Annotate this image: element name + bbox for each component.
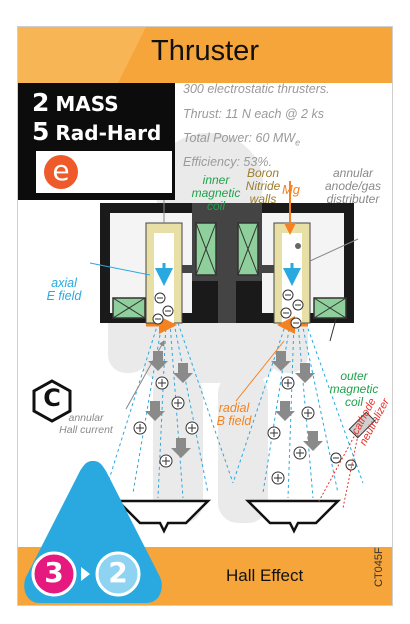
label-axial-e-field: axial E field xyxy=(46,276,82,303)
thruster-housing xyxy=(100,203,354,324)
radhard-label: Rad-Hard xyxy=(55,121,162,145)
electric-type-icon: e xyxy=(44,155,78,189)
footer-label: Hall Effect xyxy=(226,566,304,585)
hexagon-c-label: C xyxy=(43,384,61,412)
mass-value: 2 xyxy=(32,88,50,117)
spec-line-3-sub: e xyxy=(295,137,301,148)
card-id: CT045F xyxy=(373,547,385,587)
spec-line-1: 300 electrostatic thrusters. xyxy=(183,82,330,96)
spec-line-3: Total Power: 60 MWe xyxy=(183,131,300,148)
thruster-card: Thruster 2 MASS 5 Rad-Hard e 300 electro… xyxy=(17,26,393,606)
upgrade-from-value: 3 xyxy=(44,556,64,589)
label-mg: Mg xyxy=(281,182,301,197)
spec-line-3-main: Total Power: 60 MW xyxy=(183,131,296,145)
spec-line-2: Thrust: 11 N each @ 2 ks xyxy=(183,107,324,121)
label-radial-b-field: radial B field xyxy=(216,401,252,428)
mass-label: MASS xyxy=(55,92,119,116)
mass-stat: 2 MASS xyxy=(32,88,119,117)
upgrade-to-value: 2 xyxy=(108,556,128,589)
label-anode-gas-distributer: annular anode/gas distributer xyxy=(324,166,382,206)
card-title: Thruster xyxy=(151,35,259,67)
radhard-stat: 5 Rad-Hard xyxy=(32,117,161,146)
radhard-value: 5 xyxy=(32,117,50,146)
